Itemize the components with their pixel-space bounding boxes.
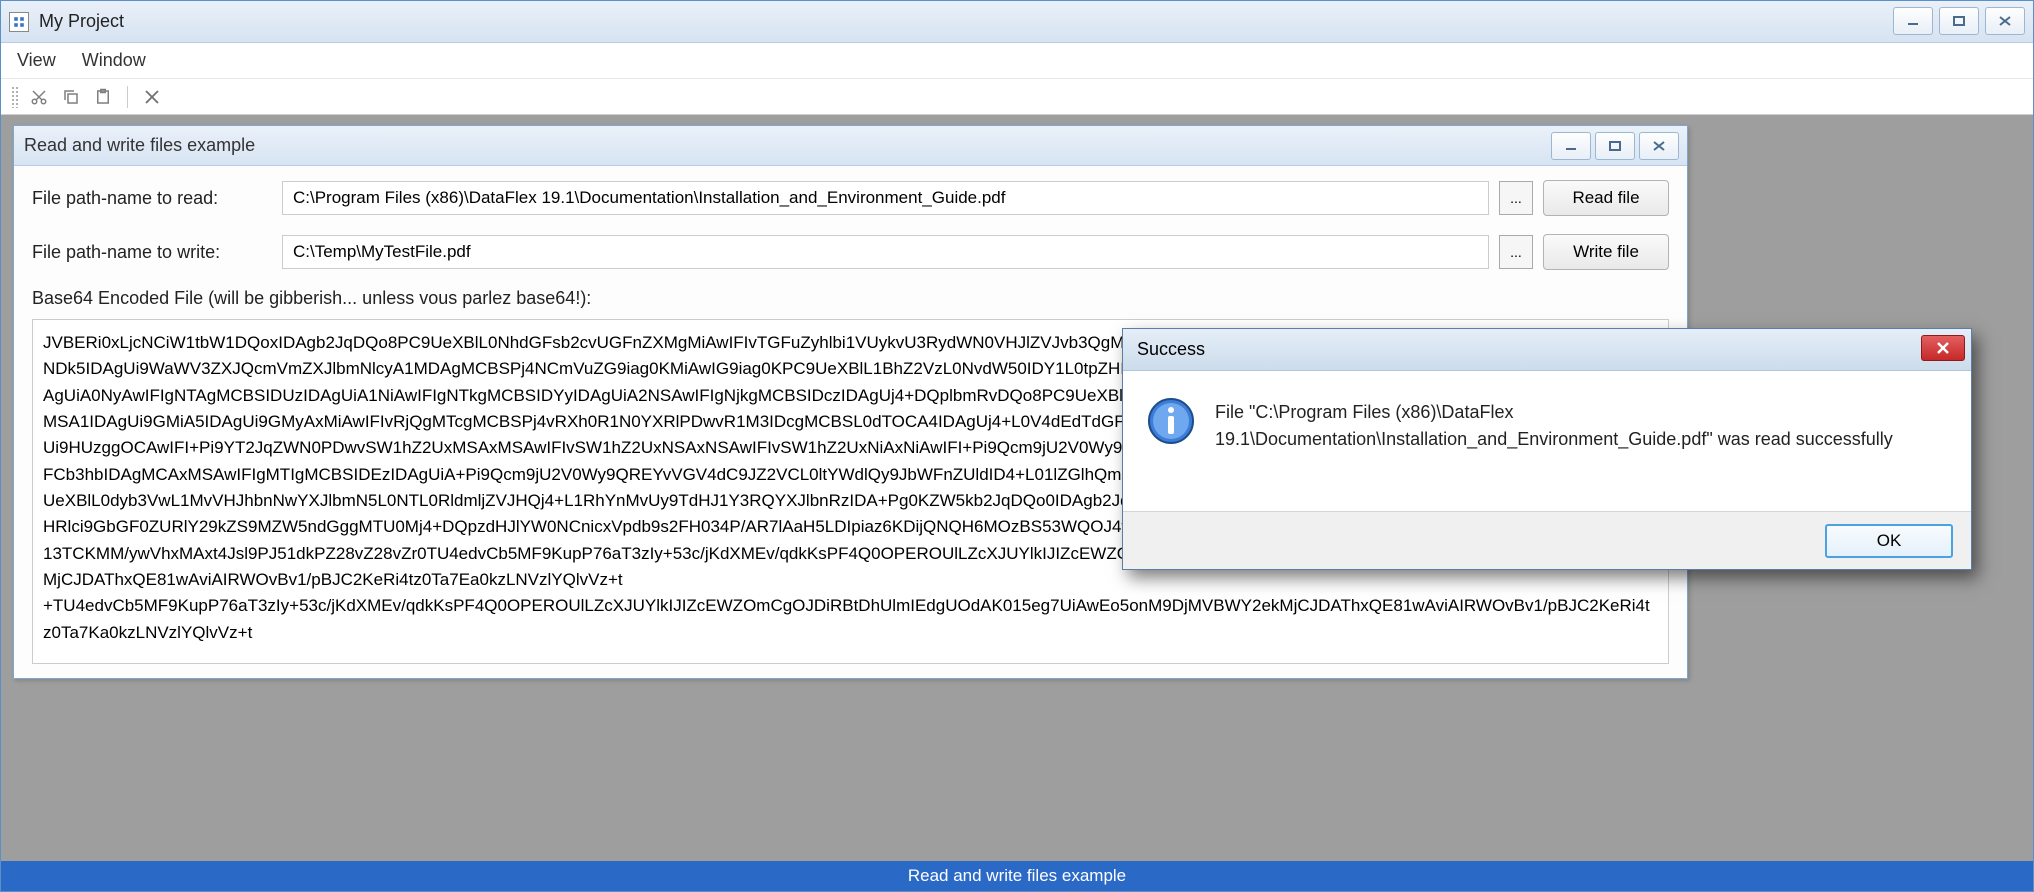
child-title: Read and write files example xyxy=(24,135,255,156)
child-titlebar: Read and write files example xyxy=(14,126,1687,166)
minimize-button[interactable] xyxy=(1893,7,1933,35)
titlebar: My Project xyxy=(1,1,2033,43)
write-path-label: File path-name to write: xyxy=(32,242,272,263)
menu-window[interactable]: Window xyxy=(82,50,146,71)
main-window: My Project View Window xyxy=(0,0,2034,892)
write-browse-button[interactable]: ... xyxy=(1499,235,1533,269)
dialog-message: File "C:\Program Files (x86)\DataFlex 19… xyxy=(1215,397,1947,485)
toolbar xyxy=(1,79,2033,115)
read-path-input[interactable] xyxy=(282,181,1489,215)
read-browse-button[interactable]: ... xyxy=(1499,181,1533,215)
paste-icon[interactable] xyxy=(91,85,115,109)
ok-button[interactable]: OK xyxy=(1825,524,1953,558)
statusbar: Read and write files example xyxy=(1,861,2033,891)
close-button[interactable] xyxy=(1985,7,2025,35)
dialog-title-text: Success xyxy=(1137,339,1205,360)
window-controls xyxy=(1893,7,2025,35)
maximize-button[interactable] xyxy=(1939,7,1979,35)
app-title: My Project xyxy=(39,11,124,32)
child-maximize-button[interactable] xyxy=(1595,132,1635,160)
delete-icon[interactable] xyxy=(140,85,164,109)
cut-icon[interactable] xyxy=(27,85,51,109)
info-icon xyxy=(1147,397,1195,445)
child-minimize-button[interactable] xyxy=(1551,132,1591,160)
write-path-input[interactable] xyxy=(282,235,1489,269)
menu-view[interactable]: View xyxy=(17,50,56,71)
dialog-footer: OK xyxy=(1123,511,1971,569)
toolbar-grip xyxy=(11,86,19,108)
app-icon xyxy=(9,12,29,32)
output-label: Base64 Encoded File (will be gibberish..… xyxy=(32,288,1669,309)
write-file-button[interactable]: Write file xyxy=(1543,234,1669,270)
child-close-button[interactable] xyxy=(1639,132,1679,160)
read-path-label: File path-name to read: xyxy=(32,188,272,209)
dialog-body: File "C:\Program Files (x86)\DataFlex 19… xyxy=(1123,371,1971,511)
dialog-titlebar: Success xyxy=(1123,329,1971,371)
dialog-close-button[interactable] xyxy=(1921,335,1965,361)
copy-icon[interactable] xyxy=(59,85,83,109)
child-window-controls xyxy=(1551,132,1679,160)
success-dialog: Success File "C:\Program Files (x86)\Dat… xyxy=(1122,328,1972,570)
toolbar-separator xyxy=(127,86,128,108)
menubar: View Window xyxy=(1,43,2033,79)
read-file-button[interactable]: Read file xyxy=(1543,180,1669,216)
status-text: Read and write files example xyxy=(908,866,1126,886)
